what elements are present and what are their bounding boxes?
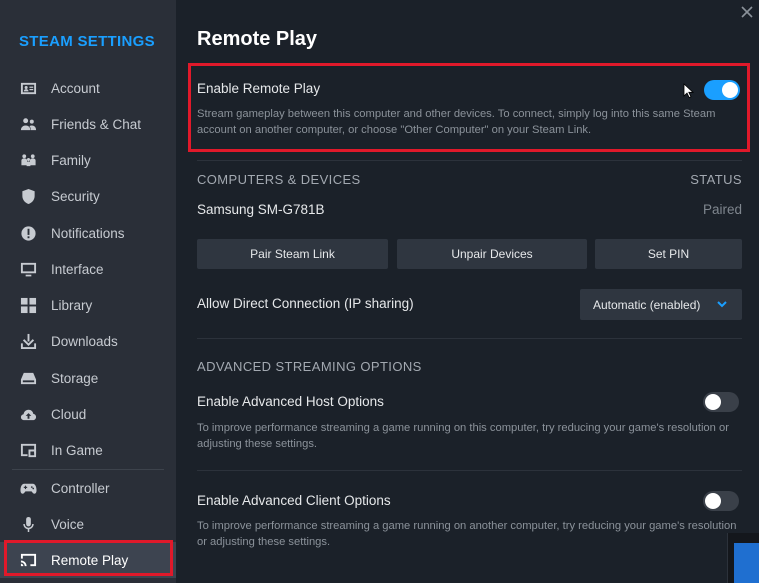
mouse-cursor-icon <box>683 83 695 99</box>
sidebar-item-label: Library <box>51 297 93 313</box>
sidebar-item-label: Interface <box>51 261 104 277</box>
sidebar-item-label: Notifications <box>51 225 125 241</box>
toggle-knob <box>705 493 721 509</box>
sidebar-item-controller[interactable]: Controller <box>0 470 176 506</box>
sidebar-item-label: Voice <box>51 516 85 532</box>
sidebar-item-label: Cloud <box>51 406 87 422</box>
family-icon <box>19 151 37 169</box>
sidebar-item-security[interactable]: Security <box>0 178 176 214</box>
sidebar-item-notifications[interactable]: Notifications <box>0 215 176 251</box>
gamepad-icon <box>19 479 37 497</box>
advanced-client-description: To improve performance streaming a game … <box>197 520 737 548</box>
set-pin-button[interactable]: Set PIN <box>595 239 742 269</box>
sidebar-item-label: Friends & Chat <box>51 116 142 132</box>
sidebar-item-downloads[interactable]: Downloads <box>0 323 176 359</box>
settings-content: Remote Play Enable Remote Play Stream ga… <box>176 0 759 583</box>
account-card-icon <box>19 79 37 97</box>
sidebar-item-in-game[interactable]: In Game <box>0 432 176 468</box>
friends-icon <box>19 115 37 133</box>
sidebar-item-family[interactable]: Family <box>0 142 176 178</box>
sidebar-item-interface[interactable]: Interface <box>0 251 176 287</box>
enable-remote-play-label: Enable Remote Play <box>197 81 321 96</box>
sidebar-item-label: Downloads <box>51 333 118 349</box>
sidebar-item-label: Account <box>51 80 100 96</box>
active-item-highlight <box>4 540 173 576</box>
status-column-header: STATUS <box>690 172 742 187</box>
enable-remote-play-description: Stream gameplay between this computer an… <box>197 108 716 136</box>
grid-icon <box>19 296 37 314</box>
advanced-section-header: ADVANCED STREAMING OPTIONS <box>197 359 422 374</box>
cloud-icon <box>19 405 37 423</box>
sidebar-title: STEAM SETTINGS <box>19 33 155 50</box>
direct-connection-value: Automatic (enabled) <box>593 297 701 312</box>
toggle-knob <box>722 82 738 98</box>
section-divider <box>197 160 742 161</box>
devices-section-header: COMPUTERS & DEVICES <box>197 172 361 187</box>
device-status: Paired <box>702 202 742 217</box>
sidebar-item-label: Family <box>51 152 91 168</box>
sidebar-item-storage[interactable]: Storage <box>0 360 176 396</box>
sidebar-item-account[interactable]: Account <box>0 70 176 106</box>
device-name: Samsung SM-G781B <box>197 202 325 217</box>
sidebar-item-library[interactable]: Library <box>0 287 176 323</box>
section-divider <box>197 470 742 471</box>
advanced-client-label: Enable Advanced Client Options <box>197 493 391 508</box>
sidebar-item-friends-chat[interactable]: Friends & Chat <box>0 106 176 142</box>
chevron-down-icon <box>717 301 727 308</box>
sidebar-item-label: Security <box>51 188 100 204</box>
settings-sidebar: STEAM SETTINGS Account Friends & Chat Fa… <box>0 0 176 583</box>
section-divider <box>197 338 742 339</box>
sidebar-item-label: Storage <box>51 370 99 386</box>
unpair-devices-button[interactable]: Unpair Devices <box>397 239 587 269</box>
enable-remote-play-toggle[interactable] <box>704 80 740 100</box>
sidebar-item-label: In Game <box>51 442 103 458</box>
close-icon[interactable] <box>739 4 755 20</box>
sidebar-item-cloud[interactable]: Cloud <box>0 396 176 432</box>
advanced-host-toggle[interactable] <box>703 392 739 412</box>
page-title: Remote Play <box>197 28 318 50</box>
advanced-client-toggle[interactable] <box>703 491 739 511</box>
pair-steam-link-button[interactable]: Pair Steam Link <box>197 239 388 269</box>
in-game-icon <box>19 441 37 459</box>
notification-icon <box>19 224 37 242</box>
monitor-icon <box>19 260 37 278</box>
microphone-icon <box>19 515 37 533</box>
advanced-host-description: To improve performance streaming a game … <box>197 422 729 450</box>
sidebar-item-voice[interactable]: Voice <box>0 506 176 542</box>
direct-connection-select[interactable]: Automatic (enabled) <box>580 289 742 320</box>
background-window-screen <box>734 543 759 583</box>
direct-connection-label: Allow Direct Connection (IP sharing) <box>197 296 414 311</box>
toggle-knob <box>705 394 721 410</box>
background-window-fragment <box>727 533 759 583</box>
download-icon <box>19 332 37 350</box>
sidebar-item-label: Controller <box>51 480 110 496</box>
storage-icon <box>19 369 37 387</box>
shield-icon <box>19 187 37 205</box>
advanced-host-label: Enable Advanced Host Options <box>197 394 384 409</box>
